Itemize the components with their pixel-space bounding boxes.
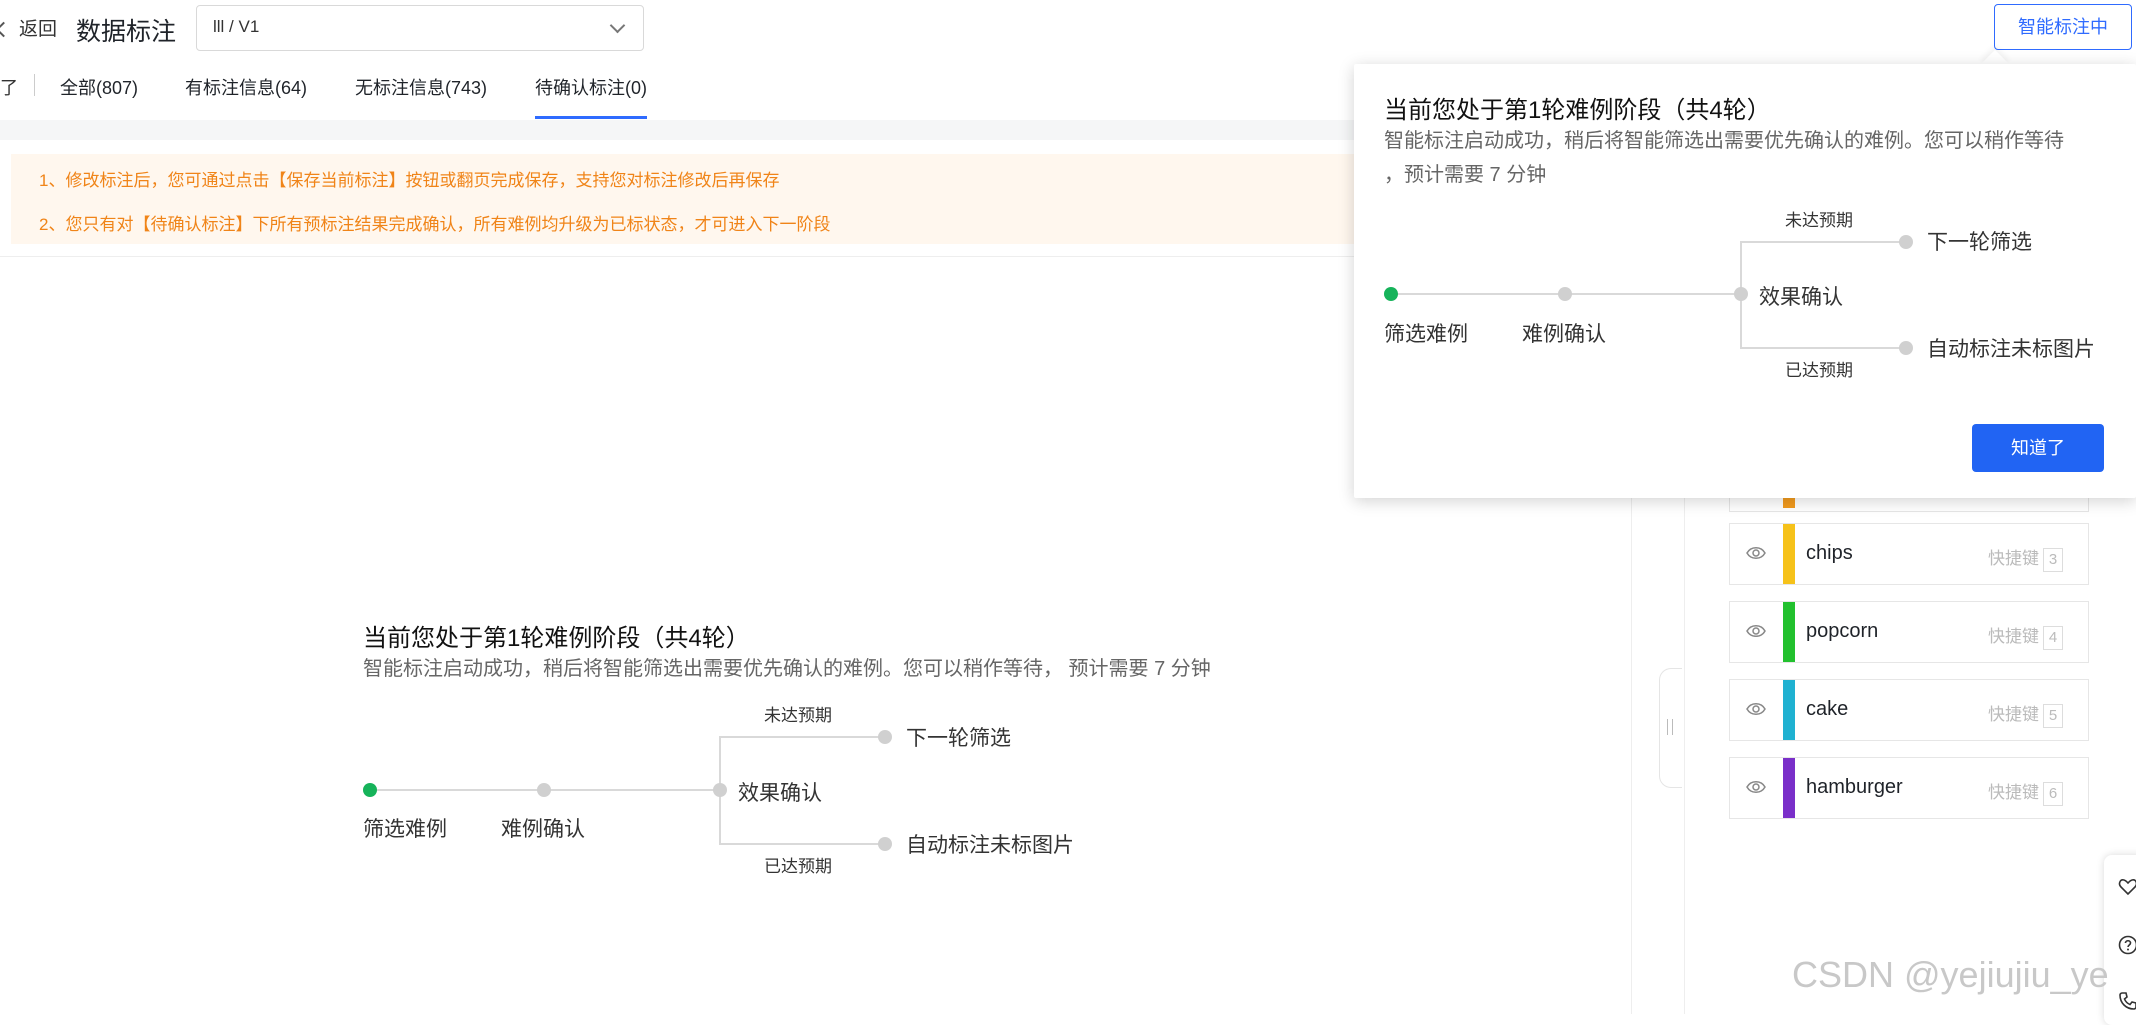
popover-description-2: ，预计需要 7 分钟: [1384, 158, 1546, 192]
outcome-label-next: 下一轮筛选: [906, 722, 1011, 752]
label-panel-divider: [1684, 480, 1685, 1014]
shortcut-hint: 快捷键4: [1988, 622, 2063, 650]
label-name: chips: [1806, 542, 1853, 565]
eye-icon[interactable]: [1746, 621, 1766, 641]
step-label: 筛选难例: [363, 813, 447, 843]
outcome-label-next: 下一轮筛选: [1927, 226, 2032, 256]
panel-collapse-handle[interactable]: [1659, 668, 1682, 788]
heart-icon[interactable]: [2118, 877, 2136, 897]
flow-line-upper: [1740, 241, 1908, 243]
branch-label-not-met: 未达预期: [1785, 206, 1853, 231]
outcome-dot: [878, 730, 892, 744]
back-button[interactable]: 返回: [0, 14, 57, 41]
watermark: CSDN @yejiujiu_ye: [1792, 954, 2109, 996]
label-color-bar: [1783, 758, 1795, 818]
branch-label-met: 已达预期: [764, 852, 832, 877]
flow-line-lower: [1740, 347, 1908, 349]
shortcut-hint: 快捷键5: [1988, 700, 2063, 728]
flow-title: 当前您处于第1轮难例阶段（共4轮）: [363, 618, 750, 653]
floating-toolbar: [2104, 855, 2136, 1025]
step-label: 效果确认: [738, 777, 822, 807]
label-name: popcorn: [1806, 620, 1878, 643]
branch-label-not-met: 未达预期: [764, 701, 832, 726]
shortcut-hint: 快捷键3: [1988, 544, 2063, 572]
popover-description-1: 智能标注启动成功，稍后将智能筛选出需要优先确认的难例。您可以稍作等待: [1384, 124, 2064, 158]
step-dot: [537, 783, 551, 797]
tab-pending-confirm[interactable]: 待确认标注(0): [535, 74, 647, 100]
outcome-dot: [1899, 341, 1913, 355]
back-label: 返回: [19, 19, 57, 40]
tab-separator: [34, 74, 35, 96]
branch-label-met: 已达预期: [1785, 356, 1853, 381]
notice-line-1: 1、修改标注后，您可通过点击【保存当前标注】按钮或翻页完成保存，支持您对标注修改…: [39, 166, 779, 191]
top-header: 返回 数据标注 lll / V1 智能标注中: [0, 0, 2136, 56]
flow-line-lower: [719, 843, 887, 845]
label-color-bar: [1783, 602, 1795, 662]
step-label: 效果确认: [1759, 281, 1843, 311]
step-dot: [1558, 287, 1572, 301]
tab-labeled[interactable]: 有标注信息(64): [185, 74, 307, 100]
dataset-select-value: lll / V1: [213, 17, 259, 37]
chevron-down-icon: [610, 18, 626, 34]
notice-box: 1、修改标注后，您可通过点击【保存当前标注】按钮或翻页完成保存，支持您对标注修改…: [11, 154, 1421, 244]
tab-partial[interactable]: 了: [0, 74, 18, 100]
chevron-left-icon: [0, 22, 11, 38]
label-color-bar: [1783, 524, 1795, 584]
outcome-dot: [1899, 235, 1913, 249]
popover-title: 当前您处于第1轮难例阶段（共4轮）: [1384, 90, 1771, 125]
label-item[interactable]: popcorn 快捷键4: [1729, 601, 2089, 663]
shortcut-label: 快捷键: [1988, 705, 2039, 724]
shortcut-key: 6: [2043, 782, 2063, 806]
notice-line-2: 2、您只有对【待确认标注】下所有预标注结果完成确认，所有难例均升级为已标状态，才…: [39, 210, 830, 235]
flow-description: 智能标注启动成功，稍后将智能筛选出需要优先确认的难例。您可以稍作等待， 预计需要…: [363, 652, 1211, 686]
step-dot-active: [1384, 287, 1398, 301]
smart-labeling-status-button[interactable]: 智能标注中: [1994, 4, 2132, 50]
step-label: 难例确认: [1522, 318, 1606, 348]
page-title: 数据标注: [76, 12, 176, 48]
label-name: hamburger: [1806, 776, 1903, 799]
flow-line-upper: [719, 736, 887, 738]
got-it-button[interactable]: 知道了: [1972, 424, 2104, 472]
outcome-dot: [878, 837, 892, 851]
step-dot-active: [363, 783, 377, 797]
step-label: 筛选难例: [1384, 318, 1468, 348]
shortcut-key: 4: [2043, 626, 2063, 650]
step-dot: [713, 783, 727, 797]
shortcut-label: 快捷键: [1988, 549, 2039, 568]
tab-unlabeled[interactable]: 无标注信息(743): [355, 74, 487, 100]
step-label: 难例确认: [501, 813, 585, 843]
shortcut-hint: 快捷键6: [1988, 778, 2063, 806]
shortcut-label: 快捷键: [1988, 783, 2039, 802]
step-dot: [1734, 287, 1748, 301]
eye-icon[interactable]: [1746, 777, 1766, 797]
help-icon[interactable]: [2118, 935, 2136, 955]
eye-icon[interactable]: [1746, 543, 1766, 563]
grip-icon: [1667, 719, 1673, 735]
label-name: cake: [1806, 698, 1848, 721]
phone-icon[interactable]: [2118, 991, 2136, 1011]
shortcut-key: 3: [2043, 548, 2063, 572]
outcome-label-auto: 自动标注未标图片: [906, 829, 1074, 859]
tab-active-indicator: [535, 116, 647, 119]
shortcut-key: 5: [2043, 704, 2063, 728]
label-item[interactable]: hamburger 快捷键6: [1729, 757, 2089, 819]
label-item[interactable]: cake 快捷键5: [1729, 679, 2089, 741]
eye-icon[interactable]: [1746, 699, 1766, 719]
tab-all[interactable]: 全部(807): [60, 74, 138, 100]
shortcut-label: 快捷键: [1988, 627, 2039, 646]
outcome-label-auto: 自动标注未标图片: [1927, 333, 2095, 363]
dataset-select[interactable]: lll / V1: [196, 5, 644, 51]
label-color-bar: [1783, 680, 1795, 740]
label-item[interactable]: chips 快捷键3: [1729, 523, 2089, 585]
